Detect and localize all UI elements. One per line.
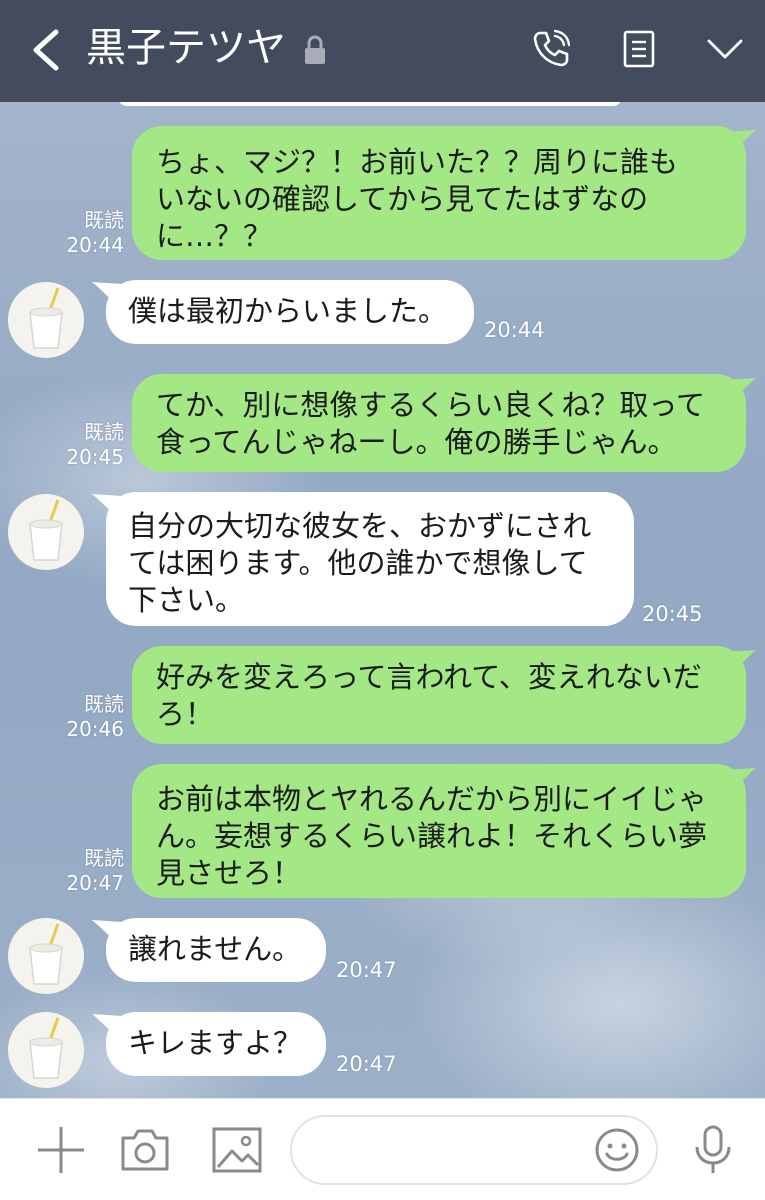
message-line: ては困ります。他の誰かで想像して <box>128 546 588 580</box>
emoji-icon[interactable] <box>594 1127 640 1173</box>
message-line: ちょ、マジ？！お前いた？？周りに誰も <box>156 145 679 179</box>
image-icon[interactable] <box>210 1123 264 1177</box>
message-input-bar <box>0 1098 765 1200</box>
message-bubble-outgoing[interactable]: お前は本物とヤれるんだから別にイイじゃ ん。妄想するくらい譲れよ！それくらい夢 … <box>132 764 746 898</box>
message-line: ん。妄想するくらい譲れよ！それくらい夢 <box>156 819 708 853</box>
message-time: 20:44 <box>66 233 124 257</box>
message-line: 見させろ！ <box>156 856 302 890</box>
message-line: てか、別に想像するくらい良くね？取って <box>156 388 705 422</box>
message-bubble-outgoing[interactable]: 好みを変えろって言われて、変えれないだ ろ！ <box>132 646 746 744</box>
camera-icon[interactable] <box>118 1123 172 1177</box>
message-meta: 既読 20:44 <box>58 208 124 258</box>
message-bubble-incoming[interactable]: キレますよ？ <box>106 1012 326 1076</box>
read-receipt: 既読 <box>84 846 124 870</box>
plus-icon[interactable] <box>34 1123 88 1177</box>
microphone-icon[interactable] <box>686 1123 740 1177</box>
message-line: 好みを変えろって言われて、変えれないだ <box>156 660 702 694</box>
message-line: キレますよ？ <box>128 1026 303 1060</box>
message-line: ろ！ <box>156 697 215 731</box>
read-receipt: 既読 <box>84 208 124 232</box>
milkshake-cup-avatar-icon <box>29 287 63 349</box>
message-line: 食ってんじゃねーし。俺の勝手じゃん。 <box>156 425 677 459</box>
message-bubble-incoming[interactable]: 譲れません。 <box>106 918 326 982</box>
avatar[interactable] <box>8 494 84 570</box>
message-line: 自分の大切な彼女を、おかずにされ <box>128 509 592 543</box>
message-time: 20:47 <box>66 871 124 895</box>
message-bubble-incoming[interactable]: 自分の大切な彼女を、おかずにされ ては困ります。他の誰かで想像して 下さい。 <box>106 492 634 626</box>
message-line: に…？？ <box>156 219 273 253</box>
lock-icon <box>305 35 325 64</box>
message-bubble-outgoing[interactable]: ちょ、マジ？！お前いた？？周りに誰も いないの確認してから見てたはずなの に…？… <box>132 126 746 260</box>
message-line: 譲れません。 <box>128 932 302 966</box>
previous-message-bubble <box>118 102 622 106</box>
avatar[interactable] <box>8 282 84 358</box>
back-arrow-icon[interactable] <box>26 24 66 76</box>
read-receipt: 既読 <box>84 420 124 444</box>
message-line: 僕は最初からいました。 <box>128 294 448 328</box>
message-time: 20:45 <box>66 445 124 469</box>
avatar[interactable] <box>8 918 84 994</box>
avatar[interactable] <box>8 1012 84 1088</box>
message-line: お前は本物とヤれるんだから別にイイじゃ <box>156 782 708 816</box>
message-time: 20:45 <box>642 602 703 626</box>
message-meta: 既読 20:47 <box>58 846 124 896</box>
milkshake-cup-avatar-icon <box>29 923 63 985</box>
message-time: 20:47 <box>336 1052 397 1076</box>
milkshake-cup-avatar-icon <box>29 499 63 561</box>
message-line: 下さい。 <box>128 583 245 617</box>
message-time: 20:46 <box>66 717 124 741</box>
phone-icon[interactable] <box>530 28 572 70</box>
message-meta: 既読 20:46 <box>58 692 124 742</box>
chat-area[interactable]: ちょ、マジ？！お前いた？？周りに誰も いないの確認してから見てたはずなの に…？… <box>0 102 765 1098</box>
message-bubble-outgoing[interactable]: てか、別に想像するくらい良くね？取って 食ってんじゃねーし。俺の勝手じゃん。 <box>132 374 746 472</box>
message-line: いないの確認してから見てたはずなの <box>156 182 649 216</box>
chat-header: 黒子テツヤ <box>0 0 765 102</box>
message-meta: 既読 20:45 <box>58 420 124 470</box>
milkshake-cup-avatar-icon <box>29 1017 63 1079</box>
chevron-down-icon[interactable] <box>704 28 746 70</box>
message-bubble-incoming[interactable]: 僕は最初からいました。 <box>106 280 474 344</box>
message-time: 20:47 <box>336 958 397 982</box>
contact-name: 黒子テツヤ <box>86 25 286 71</box>
notes-icon[interactable] <box>618 28 660 70</box>
message-time: 20:44 <box>484 318 545 342</box>
read-receipt: 既読 <box>84 692 124 716</box>
